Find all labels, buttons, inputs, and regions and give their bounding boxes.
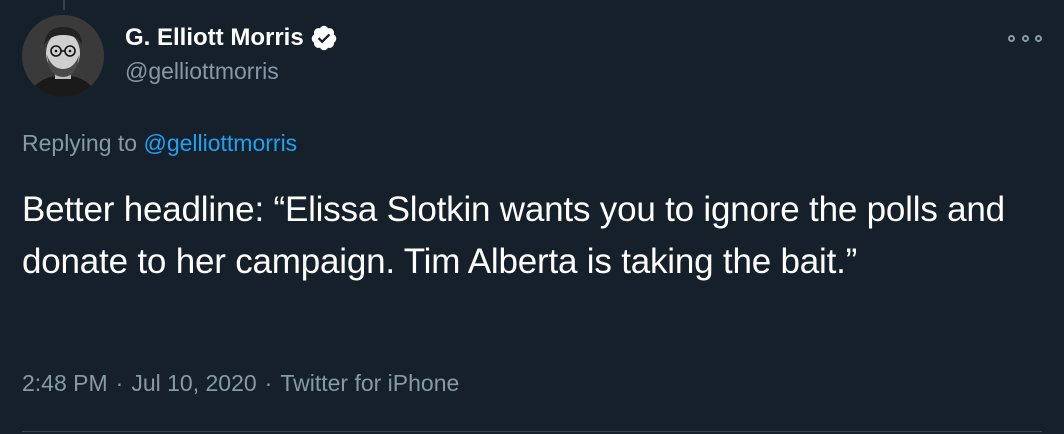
avatar[interactable]	[22, 15, 104, 97]
more-dot	[1021, 34, 1029, 42]
tweet-date-link[interactable]: Jul 10, 2020	[131, 370, 256, 397]
tweet-meta: 2:48 PM · Jul 10, 2020 · Twitter for iPh…	[22, 370, 459, 397]
replying-to-label: Replying to	[22, 130, 144, 156]
verified-badge-icon	[311, 25, 336, 51]
replying-to-mention-link[interactable]: @gelliottmorris	[143, 130, 297, 156]
avatar-image	[22, 15, 104, 97]
more-options-icon[interactable]	[1008, 30, 1042, 46]
meta-separator: ·	[115, 370, 124, 396]
thread-connector-line	[63, 0, 65, 10]
tweet-time-link[interactable]: 2:48 PM	[22, 370, 108, 397]
tweet-source-link[interactable]: Twitter for iPhone	[280, 370, 459, 397]
more-dot	[1035, 34, 1042, 42]
divider	[22, 431, 1042, 432]
replying-to-line: Replying to @gelliottmorris	[22, 130, 297, 157]
meta-separator: ·	[264, 370, 273, 396]
author-name-row: G. Elliott Morris	[125, 24, 338, 52]
more-dot	[1008, 34, 1015, 42]
tweet-text: Better headline: “Elissa Slotkin wants y…	[22, 190, 1005, 281]
author-name[interactable]: G. Elliott Morris	[125, 24, 304, 52]
author-handle[interactable]: @gelliottmorris	[125, 58, 279, 85]
